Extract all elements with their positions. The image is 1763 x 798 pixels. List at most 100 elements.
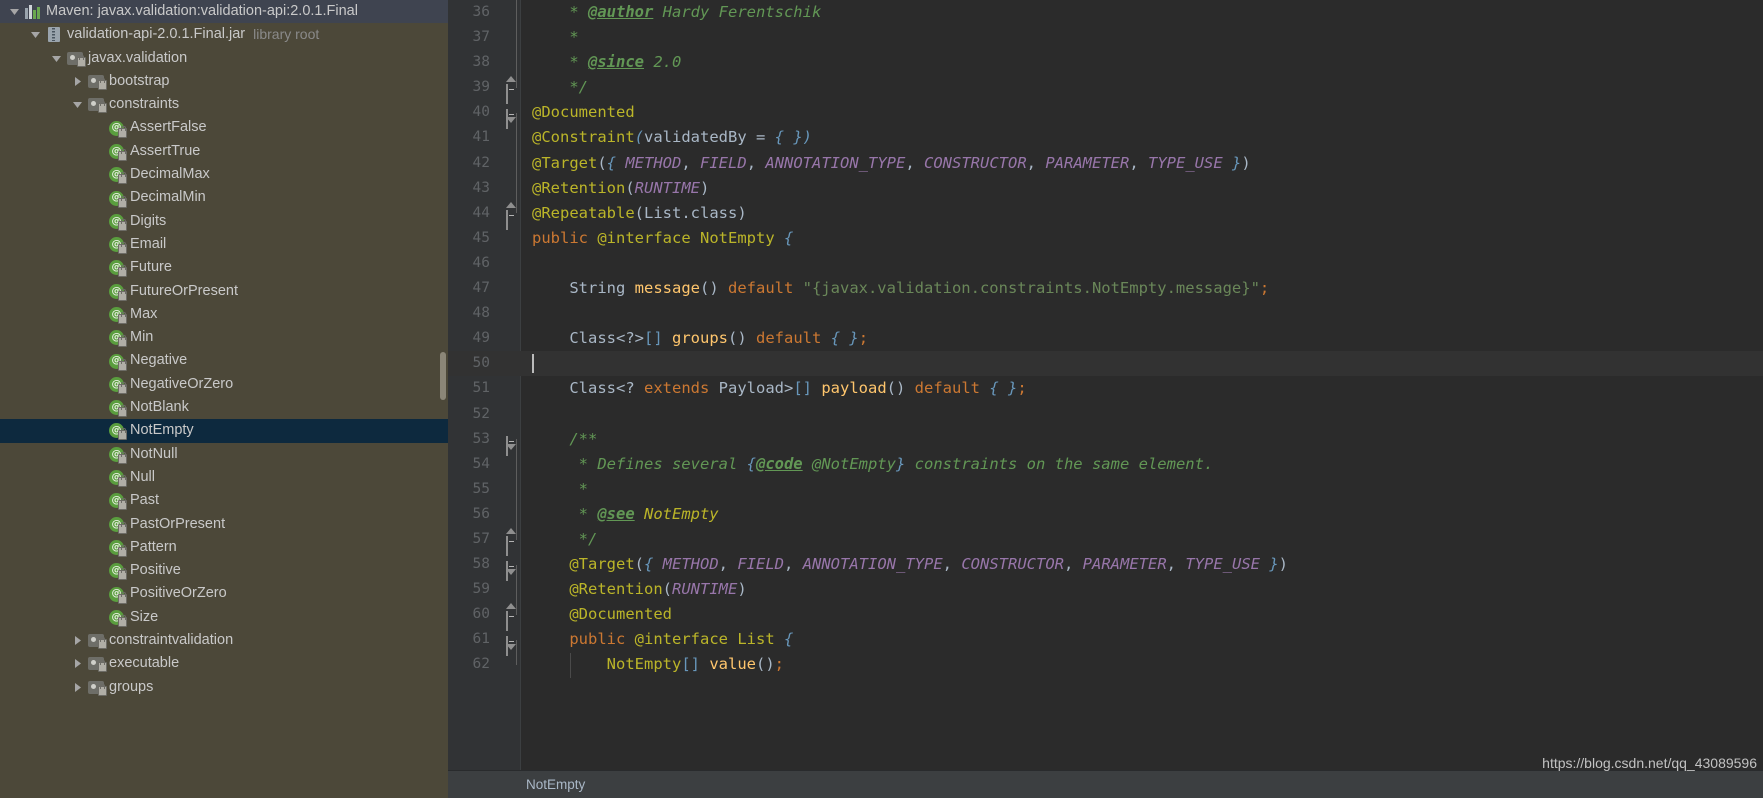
tree-item-asserttrue[interactable]: @ AssertTrue [0,140,448,163]
fold-start-icon[interactable] [500,559,522,582]
tree-item-maven-javax-validation-validation-api-2-0-1-final[interactable]: Maven: javax.validation:validation-api:2… [0,0,448,24]
tree-item-label: NotBlank [130,399,189,416]
code-lines-container[interactable]: 36 * @author Hardy Ferentschik 37 * 38 * @… [448,0,1763,770]
tree-item-label: Maven: javax.validation:validation-api:2… [46,3,358,19]
tree-item-future[interactable]: @ Future [0,256,448,279]
tree-item-pastorpresent[interactable]: @ PastOrPresent [0,513,448,536]
project-tree-rows[interactable]: Maven: javax.validation:validation-api:2… [0,0,448,699]
chevron-right-icon[interactable] [69,635,86,646]
tree-item-notempty[interactable]: @ NotEmpty [0,419,448,443]
code-line[interactable]: 56 * @see NotEmpty [448,502,1763,527]
tree-item-positiveorzero[interactable]: @ PositiveOrZero [0,582,448,605]
tree-item-constraints[interactable]: constraints [0,93,448,116]
lock-badge-icon [97,660,107,673]
package-icon [87,98,107,114]
tree-item-icon: @ [107,586,127,604]
token: List.class [644,203,738,222]
chevron-down-icon[interactable] [48,53,65,64]
fold-end-icon[interactable] [500,201,522,230]
tree-vertical-scrollbar[interactable] [440,352,446,400]
code-line[interactable]: 36 * @author Hardy Ferentschik [448,0,1763,25]
code-line[interactable]: 59 @Retention(RUNTIME) [448,577,1763,602]
tree-item-groups[interactable]: groups [0,676,448,699]
code-text: /** [522,427,1763,452]
tree-item-notnull[interactable]: @ NotNull [0,443,448,466]
code-line[interactable]: 43 @Retention(RUNTIME) [448,176,1763,201]
tree-item-executable[interactable]: executable [0,652,448,675]
token: ANNOTATION_TYPE [765,153,906,172]
tree-item-pattern[interactable]: @ Pattern [0,536,448,559]
tree-item-futureorpresent[interactable]: @ FutureOrPresent [0,280,448,303]
fold-start-icon[interactable] [500,434,522,456]
code-line[interactable]: 58 @Target({ METHOD, FIELD, ANNOTATION_T… [448,552,1763,582]
tree-item-label: javax.validation [88,49,188,66]
annotation-icon: @ [109,376,127,394]
fold-start-icon[interactable] [500,107,522,130]
tree-item-constraintvalidation[interactable]: constraintvalidation [0,629,448,652]
code-line[interactable]: 49 Class<?>[] groups() default { }; [448,326,1763,351]
code-line[interactable]: 42 @Target({ METHOD, FIELD, ANNOTATION_TY… [448,151,1763,176]
tree-item-label: constraints [109,96,180,113]
tree-item-validation-api-2-0-1-final-jar[interactable]: validation-api-2.0.1.Final.jar library ro… [0,23,448,46]
code-line[interactable]: 53 /** [448,427,1763,456]
code-line[interactable]: 62 NotEmpty[] value(); [448,652,1763,677]
token: , [746,153,766,172]
code-text: * @see NotEmpty [522,502,1763,527]
tree-item-assertfalse[interactable]: @ AssertFalse [0,116,448,139]
chevron-down-icon[interactable] [69,99,86,110]
code-line[interactable]: 46 [448,251,1763,276]
tree-item-label: DecimalMin [130,189,206,206]
tree-item-size[interactable]: @ Size [0,606,448,629]
tree-item-negative[interactable]: @ Negative [0,349,448,372]
tree-item-max[interactable]: @ Max [0,303,448,326]
code-text: * [522,477,1763,502]
tree-item-decimalmax[interactable]: @ DecimalMax [0,163,448,186]
code-editor[interactable]: 36 * @author Hardy Ferentschik 37 * 38 * @… [448,0,1763,798]
code-line[interactable]: 50 [448,351,1763,377]
code-line[interactable]: 60 @Documented [448,602,1763,632]
chevron-down-icon[interactable] [6,6,23,17]
code-line[interactable]: 51 Class<? extends Payload>[] payload() … [448,376,1763,401]
tree-item-past[interactable]: @ Past [0,489,448,512]
tree-item-negativeorzero[interactable]: @ NegativeOrZero [0,373,448,396]
lock-badge-icon [97,637,107,650]
tree-item-notblank[interactable]: @ NotBlank [0,396,448,419]
tree-item-min[interactable]: @ Min [0,326,448,349]
chevron-right-icon[interactable] [69,682,86,693]
code-line[interactable]: 55 * [448,477,1763,502]
token: NotEmpty [700,228,775,247]
chevron-right-icon[interactable] [69,658,86,669]
code-line[interactable]: 47 String message() default "{javax.vali… [448,276,1763,301]
code-line[interactable]: 40 @Documented [448,100,1763,130]
code-line[interactable]: 41 @Constraint(validatedBy = { }) [448,125,1763,150]
tree-item-bootstrap[interactable]: bootstrap [0,70,448,93]
tree-item-javax-validation[interactable]: javax.validation [0,47,448,70]
code-line[interactable]: 39 */ [448,75,1763,105]
code-line[interactable]: 38 * @since 2.0 [448,50,1763,75]
lock-badge-icon [118,381,127,394]
chevron-down-icon[interactable] [27,29,44,40]
code-line[interactable]: 45 public @interface NotEmpty { [448,226,1763,251]
code-line[interactable]: 52 [448,402,1763,427]
code-line[interactable]: 37 * [448,25,1763,50]
project-tool-window[interactable]: Maven: javax.validation:validation-api:2… [0,0,448,798]
tree-item-decimalmin[interactable]: @ DecimalMin [0,186,448,209]
breadcrumb[interactable]: NotEmpty [448,770,1763,798]
fold-end-icon[interactable] [500,528,522,557]
tree-item-positive[interactable]: @ Positive [0,559,448,582]
code-line[interactable]: 48 [448,301,1763,326]
code-line[interactable]: 44 @Repeatable(List.class) [448,201,1763,230]
tree-item-label: AssertTrue [130,142,201,159]
tree-item-email[interactable]: @ Email [0,233,448,256]
chevron-right-icon[interactable] [69,76,86,87]
tree-item-icon: @ [107,190,127,208]
fold-start-icon[interactable] [500,634,522,657]
code-line[interactable]: 54 * Defines several {@code @NotEmpty} c… [448,452,1763,477]
code-line[interactable]: 57 */ [448,527,1763,557]
tree-item-digits[interactable]: @ Digits [0,210,448,233]
tree-item-label: groups [109,678,154,695]
fold-end-icon[interactable] [500,603,522,632]
tree-item-null[interactable]: @ Null [0,466,448,489]
fold-end-icon[interactable] [500,76,522,105]
code-line[interactable]: 61 public @interface List { [448,627,1763,657]
